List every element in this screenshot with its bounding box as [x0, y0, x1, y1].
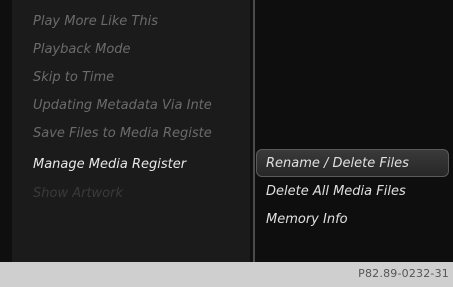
media-menu-screen: Play More Like This Playback Mode Skip t… — [0, 0, 453, 262]
menu-item-play-more-like-this[interactable]: Play More Like This — [33, 14, 253, 36]
menu-item-skip-to-time[interactable]: Skip to Time — [33, 70, 253, 92]
menu-item-manage-media-register[interactable]: Manage Media Register — [33, 157, 253, 179]
figure-code: P82.89-0232-31 — [358, 267, 449, 280]
submenu-item-delete-all-media-files[interactable]: Delete All Media Files — [266, 184, 446, 206]
submenu-item-rename-delete-files[interactable]: Rename / Delete Files — [266, 156, 446, 178]
menu-item-playback-mode[interactable]: Playback Mode — [33, 42, 253, 64]
menu-item-save-files-to-media-register[interactable]: Save Files to Media Registe — [33, 126, 253, 148]
submenu-item-memory-info[interactable]: Memory Info — [266, 212, 446, 234]
menu-item-show-artwork[interactable]: Show Artwork — [33, 186, 253, 208]
menu-item-updating-metadata[interactable]: Updating Metadata Via Inte — [33, 98, 253, 120]
